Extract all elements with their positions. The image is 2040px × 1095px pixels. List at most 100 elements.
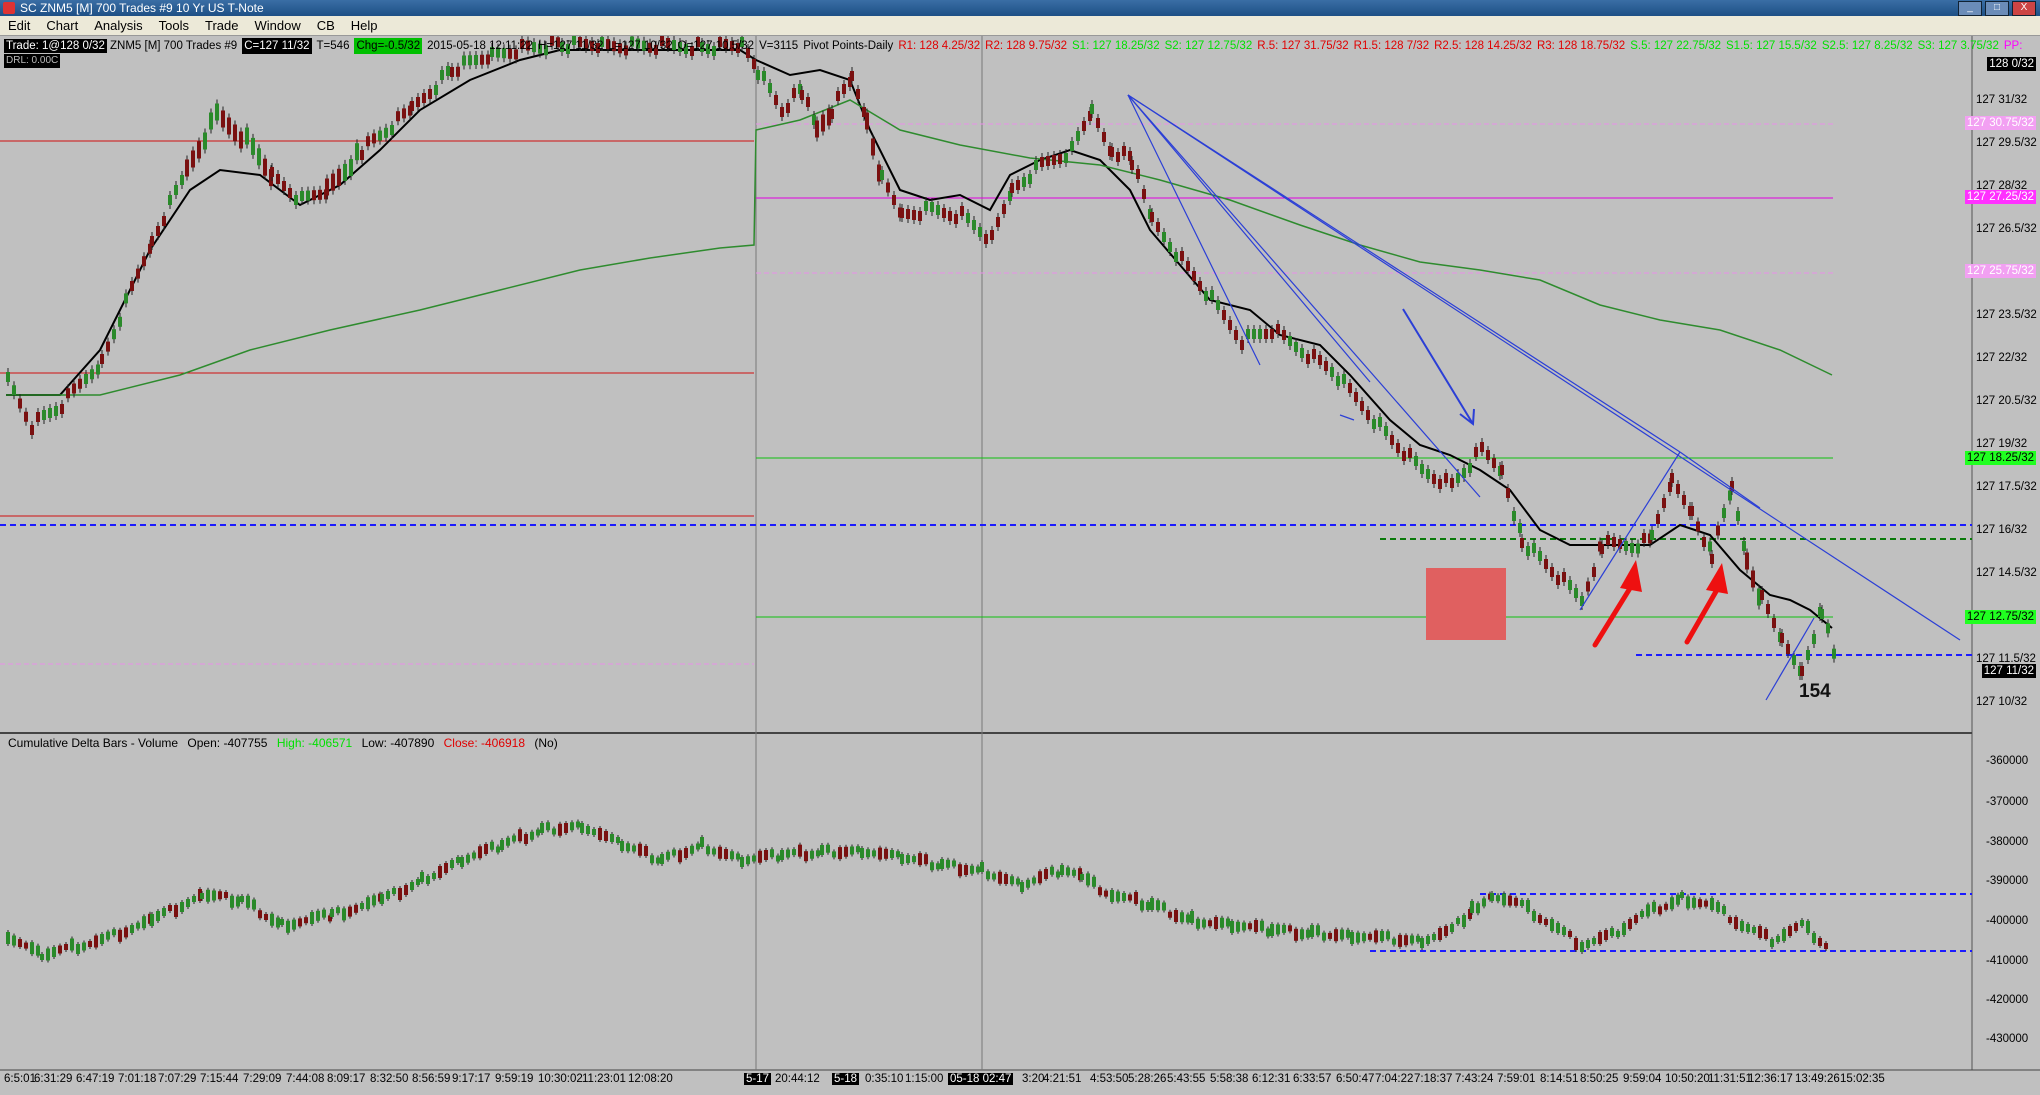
delta-bar <box>884 848 888 859</box>
menu-tools[interactable]: Tools <box>151 18 197 33</box>
maximize-button[interactable]: □ <box>1985 1 2009 16</box>
delta-bar <box>1680 892 1684 898</box>
delta-bar <box>570 822 574 831</box>
price-bar <box>1142 189 1146 199</box>
price-bar <box>337 168 341 186</box>
delta-bar <box>1746 924 1750 932</box>
time-tick: 12:36:17 <box>1748 1073 1793 1085</box>
delta-bar <box>1490 893 1494 901</box>
menu-trade[interactable]: Trade <box>197 18 246 33</box>
delta-bar <box>946 859 950 868</box>
delta-bar <box>316 910 320 921</box>
delta-bar <box>1456 918 1460 924</box>
price-bar <box>185 159 189 177</box>
time-tick: 7:18:37 <box>1414 1073 1453 1085</box>
price-bar <box>30 425 34 435</box>
delta-bar <box>1276 924 1280 935</box>
delta-bar <box>1220 917 1224 928</box>
delta-bar <box>1004 874 1008 884</box>
delta-bar <box>1812 933 1816 943</box>
delta-bar <box>298 918 302 927</box>
axis-label-last: 127 11/32 <box>1981 664 2036 678</box>
price-bar <box>1408 448 1412 458</box>
price-bar <box>209 112 213 130</box>
price-bar <box>446 66 450 76</box>
delta-bar <box>1294 928 1298 941</box>
delta-bar <box>460 857 464 867</box>
price-bar <box>355 143 359 161</box>
delta-bar <box>1050 866 1054 875</box>
delta-bar <box>730 851 734 860</box>
delta-bar <box>776 855 780 862</box>
delta-bar <box>264 914 268 920</box>
menu-chart[interactable]: Chart <box>38 18 86 33</box>
price-bar <box>1288 336 1292 346</box>
delta-bar <box>1150 898 1154 910</box>
price-bar <box>251 137 255 155</box>
price-bar <box>263 158 267 176</box>
price-bar <box>1624 541 1628 551</box>
ticks-value: T=546 <box>316 40 350 52</box>
price-bar <box>996 217 1000 227</box>
price-bar <box>1716 525 1720 536</box>
minimize-button[interactable]: _ <box>1958 1 1982 16</box>
price-bar <box>918 211 922 221</box>
price-bar <box>84 374 88 384</box>
menu-bar: Edit Chart Analysis Tools Trade Window C… <box>0 16 2040 36</box>
price-bar <box>384 127 388 138</box>
chart-area[interactable] <box>0 36 2040 1095</box>
price-bar <box>1486 450 1490 460</box>
delta-bar <box>372 895 376 906</box>
price-bar <box>815 120 819 138</box>
price-bar <box>830 109 834 119</box>
menu-edit[interactable]: Edit <box>0 18 38 33</box>
menu-analysis[interactable]: Analysis <box>86 18 150 33</box>
delta-bar <box>764 850 768 860</box>
price-bar <box>912 210 916 220</box>
price-bar <box>402 108 406 119</box>
delta-bar <box>1634 915 1638 923</box>
price-bar <box>1432 474 1436 484</box>
delta-bar <box>1374 930 1378 943</box>
delta-bar <box>850 846 854 855</box>
price-tick: 127 16/32 <box>1976 524 2028 536</box>
delta-bar <box>24 942 28 949</box>
price-bar <box>1180 251 1184 261</box>
delta-bar <box>1236 921 1240 932</box>
delta-bar <box>276 917 280 928</box>
delta-bar <box>1526 900 1530 912</box>
price-bar <box>360 150 364 160</box>
delta-bar <box>124 927 128 938</box>
price-bar <box>1150 212 1154 222</box>
delta-bar <box>958 864 962 877</box>
highlight-box <box>1426 568 1506 640</box>
delta-tick: -370000 <box>1986 796 2029 808</box>
delta-bar <box>518 829 522 842</box>
delta-bar <box>404 885 408 895</box>
delta-bar <box>206 889 210 902</box>
delta-bar <box>168 905 172 911</box>
delta-bar <box>94 935 98 948</box>
delta-bar <box>1426 936 1430 944</box>
price-bar <box>1264 329 1268 339</box>
delta-bar <box>890 850 894 858</box>
delta-bar <box>1162 902 1166 911</box>
delta-bar <box>1676 894 1680 905</box>
delta-bar <box>1072 869 1076 876</box>
delta-bar <box>1208 920 1212 927</box>
close-button[interactable]: X <box>2012 1 2036 16</box>
delta-bar <box>1098 887 1102 896</box>
menu-help[interactable]: Help <box>343 18 386 33</box>
delta-bar <box>420 872 424 882</box>
menu-cb[interactable]: CB <box>309 18 343 33</box>
delta-bar <box>740 857 744 867</box>
price-bar <box>1002 204 1006 214</box>
delta-bar <box>592 829 596 835</box>
delta-bar <box>1758 926 1762 938</box>
menu-window[interactable]: Window <box>246 18 308 33</box>
time-tick: 7:07:29 <box>158 1073 197 1085</box>
delta-bar <box>632 845 636 852</box>
window-titlebar: SC ZNM5 [M] 700 Trades #9 10 Yr US T-Not… <box>0 0 2040 16</box>
delta-bar <box>174 905 178 917</box>
price-bar <box>1826 623 1830 634</box>
